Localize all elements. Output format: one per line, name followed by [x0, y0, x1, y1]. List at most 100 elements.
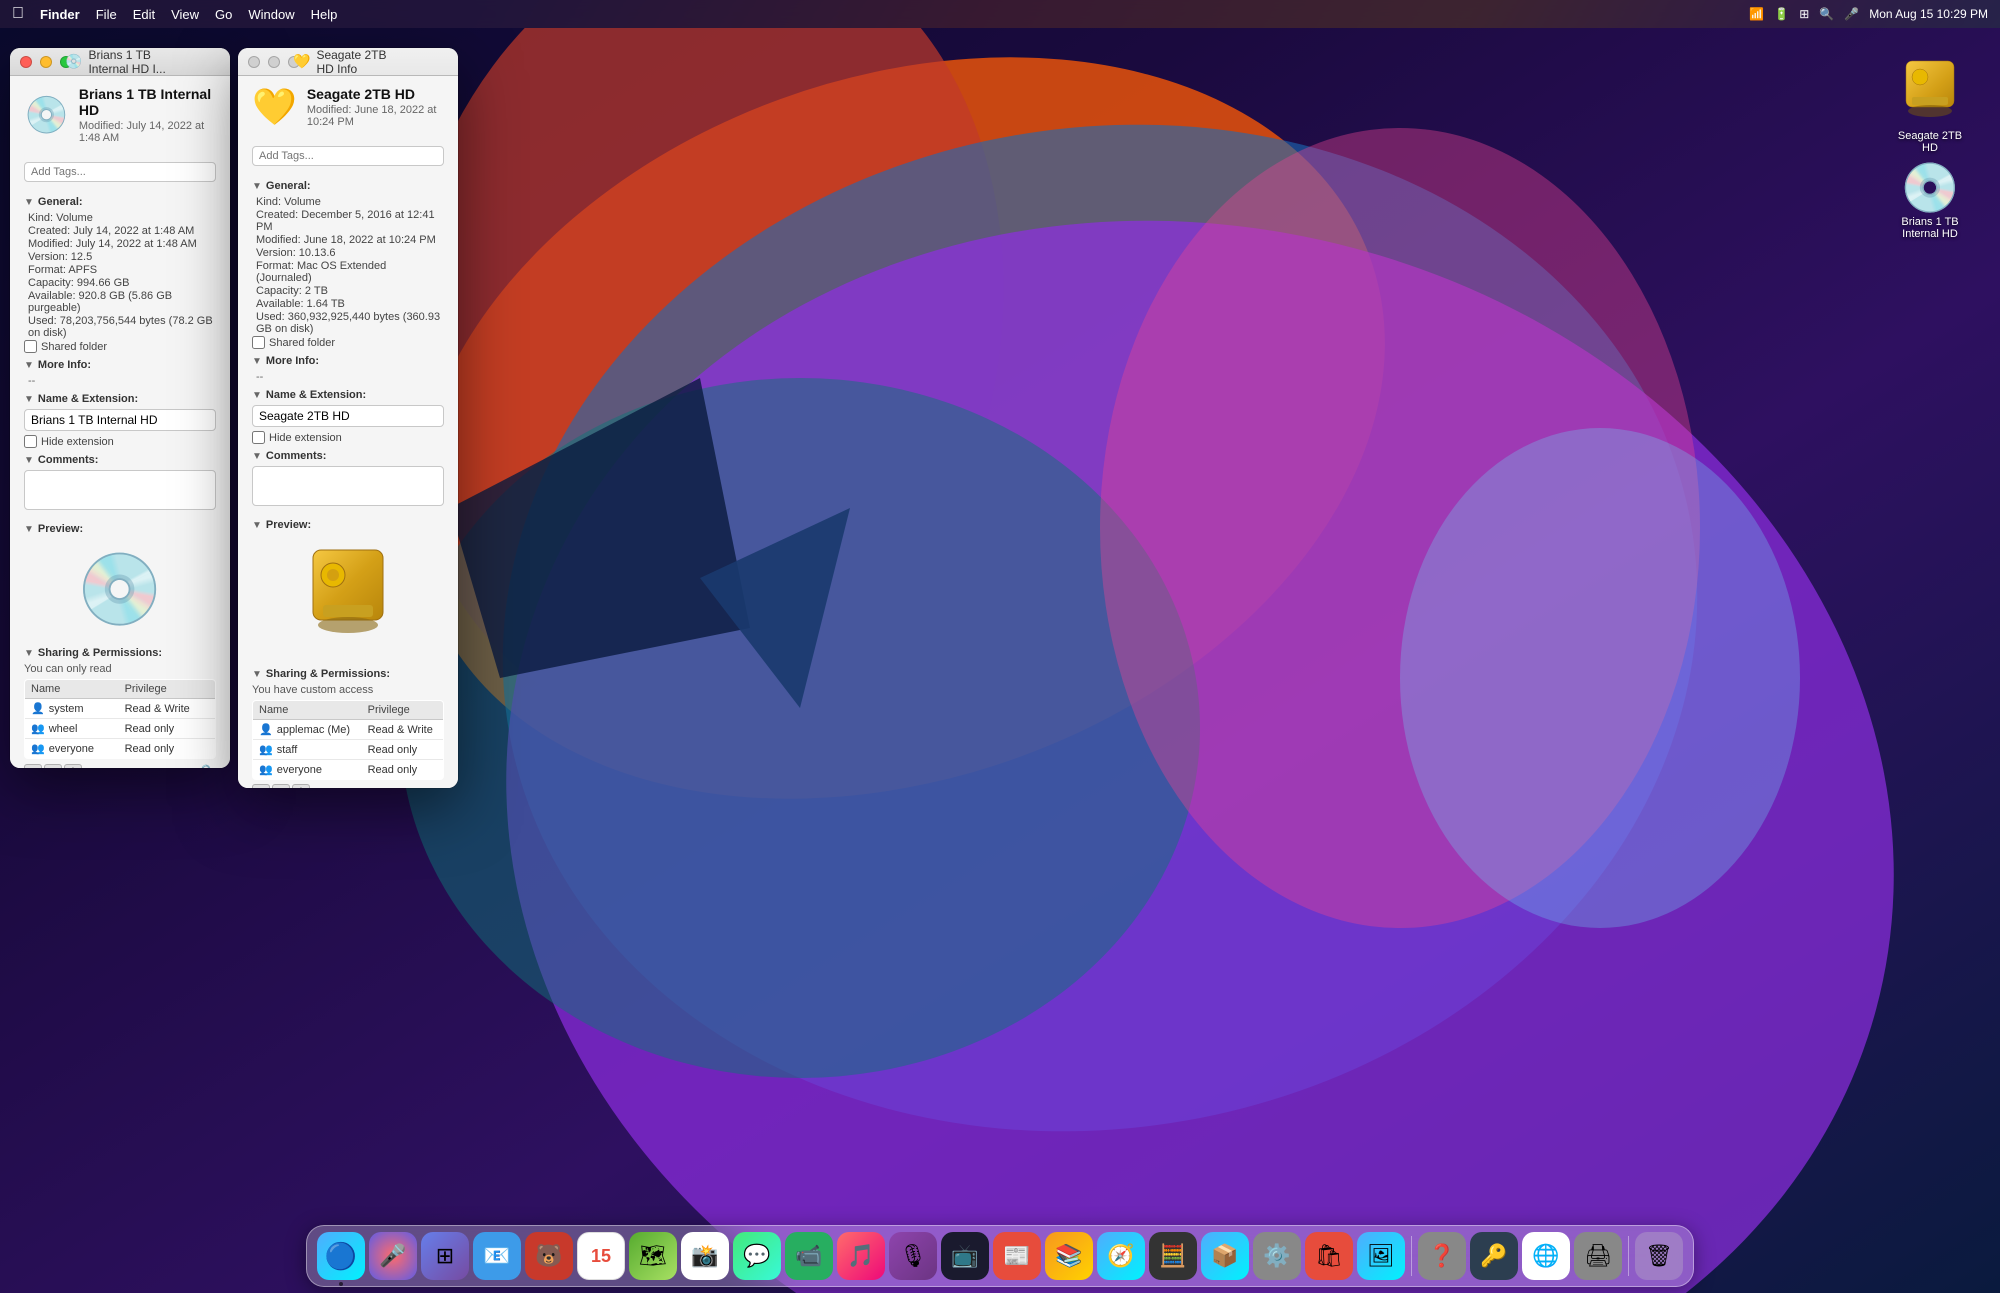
- window2-comments-chevron: ▼: [252, 451, 262, 462]
- window2-general-header[interactable]: ▼ General:: [252, 180, 444, 192]
- dock-facetime[interactable]: 📹: [785, 1232, 833, 1280]
- window2-hideext-row: Hide extension: [252, 431, 444, 444]
- dock-podcasts[interactable]: 🎙: [889, 1232, 937, 1280]
- window1-moreinfo-header[interactable]: ▼ More Info:: [24, 359, 216, 371]
- dock-calendar[interactable]: 15: [577, 1232, 625, 1280]
- menu-view[interactable]: View: [171, 7, 199, 22]
- menu-edit[interactable]: Edit: [133, 7, 155, 22]
- desktop-icon-brians[interactable]: 💿 Brians 1 TB Internal HD: [1890, 155, 1970, 244]
- dock-news[interactable]: 📰: [993, 1232, 1041, 1280]
- window2-preview-header[interactable]: ▼ Preview:: [252, 519, 444, 531]
- window1-perm-row-1: 👥wheel Read only: [25, 719, 216, 739]
- window2-moreinfo-chevron: ▼: [252, 356, 262, 367]
- window2-close-button[interactable]: [248, 56, 260, 68]
- dock-finder-dot: [339, 1282, 343, 1286]
- dock-chrome[interactable]: 🌐: [1522, 1232, 1570, 1280]
- dock-bear[interactable]: 🐻: [525, 1232, 573, 1280]
- dock-books[interactable]: 📚: [1045, 1232, 1093, 1280]
- dock-help[interactable]: ❓: [1418, 1232, 1466, 1280]
- window1-perm-col-privilege: Privilege: [119, 680, 216, 699]
- window1-comments-chevron: ▼: [24, 455, 34, 466]
- dock-maps[interactable]: 🗺: [629, 1232, 677, 1280]
- window2-shared-folder-row: Shared folder: [252, 336, 444, 349]
- desktop-icon-seagate[interactable]: Seagate 2TB HD: [1890, 55, 1970, 158]
- window2-more-info-value: --: [252, 371, 444, 383]
- dock-safari[interactable]: 🧭: [1097, 1232, 1145, 1280]
- menu-file[interactable]: File: [96, 7, 117, 22]
- window1-sharing-chevron: ▼: [24, 648, 34, 659]
- window1-preview-header[interactable]: ▼ Preview:: [24, 523, 216, 535]
- window1-perm-row-0: 👤system Read & Write: [25, 699, 216, 719]
- dock-photos[interactable]: 📸: [681, 1232, 729, 1280]
- window1-perm-remove-button[interactable]: −: [44, 764, 62, 768]
- window1-modified-info: Modified: July 14, 2022 at 1:48 AM: [24, 238, 216, 250]
- window1-hideext-row: Hide extension: [24, 435, 216, 448]
- dock-messages[interactable]: 💬: [733, 1232, 781, 1280]
- window2-content: 💛 Seagate 2TB HD Modified: June 18, 2022…: [238, 76, 458, 788]
- window1-content: 💿 Brians 1 TB Internal HD Modified: July…: [10, 76, 230, 768]
- siri-icon[interactable]: 🎤: [1844, 7, 1859, 21]
- dock-mail[interactable]: 📧: [473, 1232, 521, 1280]
- window2-comments-header[interactable]: ▼ Comments:: [252, 450, 444, 462]
- dock-trash[interactable]: 🗑: [1635, 1232, 1683, 1280]
- dock-finder[interactable]: 🔵: [317, 1232, 365, 1280]
- window2-name-input[interactable]: [252, 405, 444, 427]
- dock-preview[interactable]: 🖼: [1357, 1232, 1405, 1280]
- window1-name-input[interactable]: [24, 409, 216, 431]
- window1-perm-privilege-0: Read & Write: [119, 699, 216, 719]
- dock-systemprefs[interactable]: ⚙️: [1253, 1232, 1301, 1280]
- window2-shared-folder-checkbox[interactable]: [252, 336, 265, 349]
- window2-comments-textarea[interactable]: [252, 466, 444, 506]
- window2-tags-input[interactable]: [252, 146, 444, 166]
- window1-close-button[interactable]: [20, 56, 32, 68]
- window1-shared-folder-checkbox[interactable]: [24, 340, 37, 353]
- menu-go[interactable]: Go: [215, 7, 232, 22]
- window2-minimize-button[interactable]: [268, 56, 280, 68]
- dock-music[interactable]: 🎵: [837, 1232, 885, 1280]
- window1-created: Created: July 14, 2022 at 1:48 AM: [24, 225, 216, 237]
- window1-comments-header[interactable]: ▼ Comments:: [24, 454, 216, 466]
- desktop-icon-seagate-label: Seagate 2TB HD: [1894, 130, 1966, 154]
- menu-finder[interactable]: Finder: [40, 7, 80, 22]
- dock-siri[interactable]: 🎤: [369, 1232, 417, 1280]
- window1-comments-textarea[interactable]: [24, 470, 216, 510]
- window2-hideext-label: Hide extension: [269, 432, 342, 444]
- window2-hideext-checkbox[interactable]: [252, 431, 265, 444]
- window1-sharing-status: You can only read: [24, 663, 216, 675]
- dock-appstore[interactable]: 📦: [1201, 1232, 1249, 1280]
- window2-preview-chevron: ▼: [252, 520, 262, 531]
- window1-perm-action-button[interactable]: ⚙: [64, 764, 82, 768]
- dock-appletv[interactable]: 📺: [941, 1232, 989, 1280]
- apple-menu[interactable]: : [12, 5, 24, 23]
- window2-perm-add-button[interactable]: +: [252, 784, 270, 788]
- window2-perm-action-button[interactable]: ⚙: [292, 784, 310, 788]
- dock-calculator[interactable]: 🧮: [1149, 1232, 1197, 1280]
- window1-tags-input[interactable]: [24, 162, 216, 182]
- window1-sharing-header[interactable]: ▼ Sharing & Permissions:: [24, 647, 216, 659]
- window1-hideext-checkbox[interactable]: [24, 435, 37, 448]
- window-brians-hd: 💿 Brians 1 TB Internal HD I... 💿 Brians …: [10, 48, 230, 768]
- dock-printer[interactable]: 🖨: [1574, 1232, 1622, 1280]
- window1-general-header[interactable]: ▼ General:: [24, 196, 216, 208]
- window1-perm-add-button[interactable]: +: [24, 764, 42, 768]
- window2-perm-privilege-2: Read only: [362, 760, 444, 780]
- window1-nameext-header[interactable]: ▼ Name & Extension:: [24, 393, 216, 405]
- window1-moreinfo-chevron: ▼: [24, 360, 34, 371]
- window1-perm-buttons: + − ⚙: [24, 764, 82, 768]
- window2-sharing-header[interactable]: ▼ Sharing & Permissions:: [252, 668, 444, 680]
- window2-moreinfo-header[interactable]: ▼ More Info:: [252, 355, 444, 367]
- window1-minimize-button[interactable]: [40, 56, 52, 68]
- window2-permissions-table: Name Privilege 👤applemac (Me) Read & Wri…: [252, 700, 444, 780]
- menubar-left:  Finder File Edit View Go Window Help: [12, 5, 337, 23]
- dock-launchpad[interactable]: ⊞: [421, 1232, 469, 1280]
- window1-drive-icon: 💿: [24, 94, 69, 136]
- menu-window[interactable]: Window: [248, 7, 294, 22]
- window2-nameext-header[interactable]: ▼ Name & Extension:: [252, 389, 444, 401]
- dock-script[interactable]: 🔑: [1470, 1232, 1518, 1280]
- dock-mosaic[interactable]: 🛍: [1305, 1232, 1353, 1280]
- spotlight-icon[interactable]: 🔍: [1819, 7, 1834, 21]
- window1-lock-icon[interactable]: 🔒: [196, 763, 216, 768]
- control-center-icon[interactable]: ⊞: [1799, 7, 1809, 21]
- window2-perm-remove-button[interactable]: −: [272, 784, 290, 788]
- menu-help[interactable]: Help: [311, 7, 338, 22]
